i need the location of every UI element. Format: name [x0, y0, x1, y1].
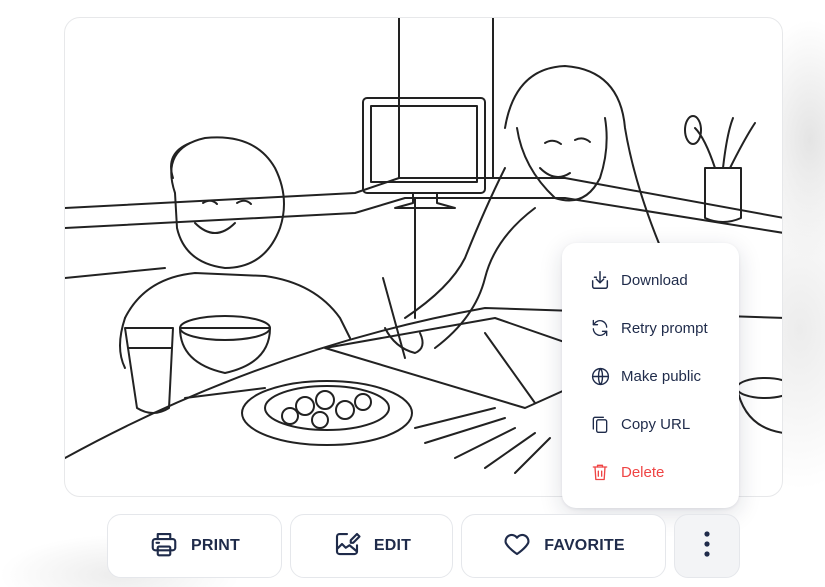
favorite-label: FAVORITE: [544, 537, 625, 554]
print-button[interactable]: PRINT: [107, 514, 282, 578]
more-vertical-icon: [703, 530, 711, 563]
edit-label: EDIT: [373, 537, 412, 554]
download-icon: [589, 269, 611, 291]
edit-button[interactable]: EDIT: [290, 514, 453, 578]
menu-item-label: Copy URL: [621, 415, 691, 433]
heart-icon: [502, 529, 532, 564]
menu-item-label: Download: [621, 271, 688, 289]
trash-icon: [589, 461, 611, 483]
menu-item-label: Make public: [621, 367, 702, 385]
menu-item-label: Delete: [621, 463, 665, 481]
menu-item-delete[interactable]: Delete: [562, 448, 739, 496]
refresh-icon: [589, 317, 611, 339]
image-action-bar: PRINT EDIT FAVORITE: [107, 514, 741, 578]
menu-item-label: Retry prompt: [621, 319, 708, 337]
menu-item-retry-prompt[interactable]: Retry prompt: [562, 304, 739, 352]
globe-icon: [589, 365, 611, 387]
edit-image-icon: [332, 529, 362, 564]
favorite-button[interactable]: FAVORITE: [461, 514, 666, 578]
menu-item-make-public[interactable]: Make public: [562, 352, 739, 400]
menu-item-download[interactable]: Download: [562, 256, 739, 304]
more-options-button[interactable]: [674, 514, 740, 578]
copy-icon: [589, 413, 611, 435]
more-options-menu: Download Retry prompt Make public Copy U…: [562, 243, 739, 508]
print-label: PRINT: [191, 537, 240, 554]
printer-icon: [149, 529, 179, 564]
menu-item-copy-url[interactable]: Copy URL: [562, 400, 739, 448]
